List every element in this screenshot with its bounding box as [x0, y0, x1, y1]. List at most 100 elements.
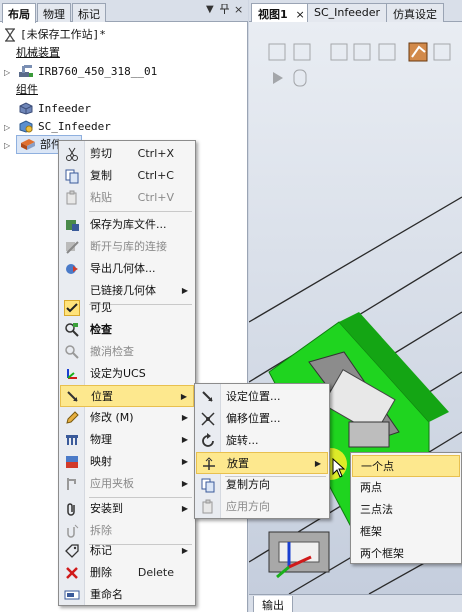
menu-label: 导出几何体...	[90, 262, 156, 275]
menu-item-modify[interactable]: 修改 (M) ▶	[60, 407, 194, 429]
menu-item-clamp[interactable]: 应用夹板 ▶	[60, 473, 194, 495]
tag-icon	[65, 544, 79, 558]
pin-icon[interactable]	[220, 3, 229, 17]
robot-label: IRB760_450_318__01	[38, 65, 158, 78]
menu-shortcut: Delete	[137, 566, 174, 579]
menu-label: 偏移位置...	[226, 412, 281, 425]
menu-item-frame[interactable]: 框架	[352, 521, 460, 543]
menu-item-set-position[interactable]: 设定位置...	[196, 386, 328, 408]
mouse-cursor-icon	[332, 458, 346, 478]
menu-label: 设定为UCS	[90, 367, 146, 380]
menu-item-undo-examine[interactable]: 撤消检查	[60, 341, 194, 363]
apply-orientation-icon	[202, 499, 213, 514]
menu-label: 保存为库文件...	[90, 218, 167, 231]
menu-item-position[interactable]: 位置 ▶	[60, 385, 194, 407]
physics-icon	[66, 435, 78, 445]
station-icon	[5, 28, 15, 42]
tab-layout[interactable]: 布局	[2, 3, 36, 23]
app-window: 布局 物理 标记 ▼ × [未保存工作站]* 机械装置 ▷ IRB760_450…	[0, 0, 462, 612]
menu-item-set-ucs[interactable]: 设定为UCS	[60, 363, 194, 385]
menu-item-visible[interactable]: 可见	[60, 297, 194, 319]
menu-label: 删除	[90, 566, 112, 579]
dropdown-icon[interactable]: ▼	[206, 4, 214, 15]
menu-item-save-library[interactable]: 保存为库文件...	[60, 214, 194, 236]
menu-item-copy[interactable]: 复制 Ctrl+C	[60, 165, 194, 187]
menu-item-paste[interactable]: 粘贴 Ctrl+V	[60, 187, 194, 209]
tab-simulation-setup[interactable]: 仿真设定	[386, 3, 444, 22]
place-submenu: 一个点 两点 三点法 框架 两个框架	[350, 452, 462, 564]
part-icon	[21, 139, 35, 150]
tree-item-infeeder[interactable]: Infeeder	[4, 99, 244, 118]
close-icon[interactable]: ×	[234, 3, 243, 16]
submenu-arrow-icon: ▶	[181, 546, 188, 555]
scissors-icon	[66, 147, 78, 161]
menu-item-place[interactable]: 放置 ▶	[196, 452, 328, 474]
submenu-arrow-icon: ▶	[181, 457, 188, 466]
close-icon[interactable]: ×	[296, 8, 305, 21]
tab-physics[interactable]: 物理	[37, 3, 71, 22]
menu-item-two-points[interactable]: 两点	[352, 477, 460, 499]
menu-label: 撤消检查	[90, 345, 134, 358]
menu-item-three-point-method[interactable]: 三点法	[352, 499, 460, 521]
menu-label: 检查	[90, 323, 112, 336]
submenu-arrow-icon: ▶	[181, 479, 188, 488]
sc-infeeder-label: SC_Infeeder	[38, 120, 111, 133]
tab-output[interactable]: 输出	[253, 596, 293, 612]
menu-label: 安装到	[90, 502, 123, 515]
expand-icon[interactable]: ▷	[4, 136, 10, 155]
tab-view1-label: 视图1	[258, 8, 288, 21]
expand-icon[interactable]: ▷	[4, 63, 10, 82]
menu-item-physics[interactable]: 物理 ▶	[60, 429, 194, 451]
set-position-icon	[202, 391, 213, 402]
robot-icon	[19, 65, 33, 77]
menu-label: 旋转...	[226, 434, 259, 447]
menu-item-delete[interactable]: 删除 Delete	[60, 562, 194, 584]
menu-label: 断开与库的连接	[90, 240, 167, 253]
export-geometry-icon	[66, 264, 78, 274]
menu-shortcut: Ctrl+V	[137, 191, 174, 204]
submenu-arrow-icon: ▶	[181, 435, 188, 444]
tab-sc-infeeder[interactable]: SC_Infeeder	[307, 3, 388, 22]
menu-item-copy-orientation[interactable]: 复制方向	[196, 474, 328, 496]
menu-label: 一个点	[361, 460, 394, 473]
output-tabstrip: 输出	[249, 594, 462, 612]
menu-item-export-geometry[interactable]: 导出几何体...	[60, 258, 194, 280]
check-icon	[64, 300, 80, 316]
menu-separator	[89, 211, 192, 212]
undo-examine-icon	[65, 345, 79, 359]
menu-label: 拆除	[90, 524, 112, 537]
menu-item-disconnect-library[interactable]: 断开与库的连接	[60, 236, 194, 258]
menu-item-detach[interactable]: 拆除	[60, 520, 194, 542]
clamp-icon	[67, 478, 76, 490]
rotate-icon	[202, 433, 214, 447]
delete-icon	[66, 567, 78, 579]
part-icon	[19, 102, 33, 115]
menu-label: 两点	[360, 481, 382, 494]
menu-item-attach[interactable]: 安装到 ▶	[60, 498, 194, 520]
menu-label: 标记	[90, 544, 112, 557]
menu-item-apply-orientation[interactable]: 应用方向	[196, 496, 328, 518]
disconnect-library-icon	[66, 241, 79, 254]
tab-view1[interactable]: 视图1 ×	[251, 3, 312, 22]
menu-item-one-point[interactable]: 一个点	[352, 455, 460, 477]
submenu-arrow-icon: ▶	[181, 504, 188, 513]
offset-position-icon	[201, 412, 215, 426]
menu-item-rename[interactable]: 重命名	[60, 584, 194, 606]
submenu-arrow-icon: ▶	[181, 413, 188, 422]
menu-shortcut: Ctrl+C	[137, 169, 174, 182]
tab-tags[interactable]: 标记	[72, 3, 106, 22]
menu-label: 两个框架	[360, 547, 404, 560]
menu-item-tag[interactable]: 标记 ▶	[60, 540, 194, 562]
menu-item-examine[interactable]: 检查	[60, 319, 194, 341]
menu-item-cut[interactable]: 剪切 Ctrl+X	[60, 143, 194, 165]
menu-shortcut: Ctrl+X	[137, 147, 174, 160]
menu-item-rotate[interactable]: 旋转...	[196, 430, 328, 452]
tree-item-robot[interactable]: ▷ IRB760_450_318__01	[4, 62, 244, 81]
tree-item-sc-infeeder[interactable]: ▷ SC_Infeeder	[4, 117, 244, 136]
examine-icon	[65, 323, 79, 337]
save-library-icon	[66, 220, 79, 231]
menu-item-offset-position[interactable]: 偏移位置...	[196, 408, 328, 430]
menu-label: 映射	[90, 455, 112, 468]
menu-item-mapping[interactable]: 映射 ▶	[60, 451, 194, 473]
menu-item-two-frames[interactable]: 两个框架	[352, 543, 460, 565]
